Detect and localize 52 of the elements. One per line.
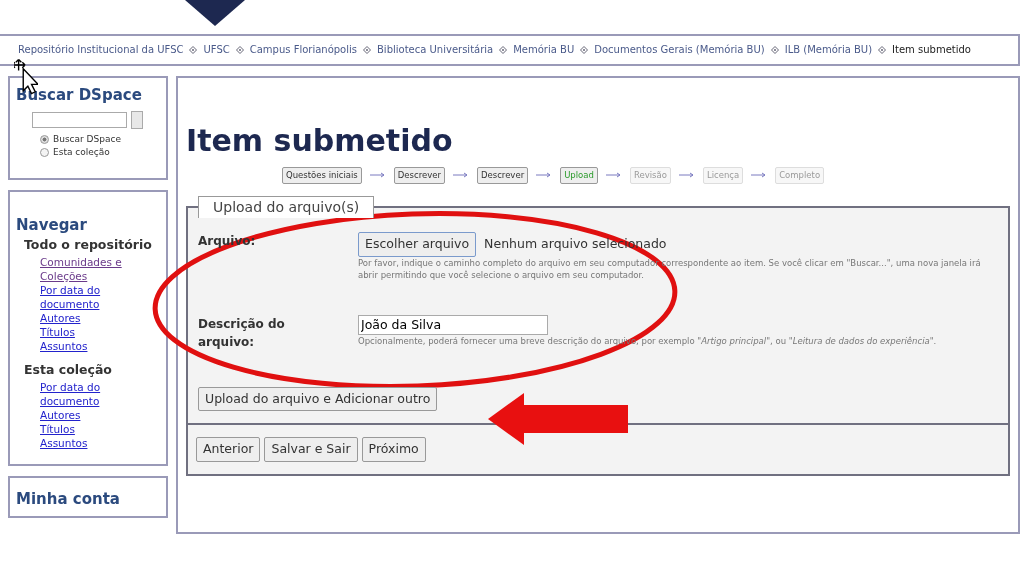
scope-radio[interactable]: Esta coleção bbox=[40, 146, 160, 160]
breadcrumb-link[interactable]: Memória BU bbox=[513, 44, 575, 55]
separator-icon bbox=[363, 46, 371, 54]
nav-button[interactable]: Anterior bbox=[196, 437, 261, 462]
separator-icon bbox=[235, 46, 244, 54]
separator-icon bbox=[878, 46, 887, 54]
page-title: Item submetido bbox=[186, 122, 454, 160]
progress-step[interactable]: Descrever bbox=[393, 167, 445, 184]
browse-link[interactable]: Assuntos bbox=[40, 435, 140, 450]
arrow-icon bbox=[751, 172, 768, 179]
go-button[interactable] bbox=[131, 110, 143, 129]
breadcrumb-link[interactable]: Biblioteca Universitária bbox=[377, 44, 494, 55]
browse-link[interactable]: Autores bbox=[40, 407, 140, 422]
group-title: Todo o repositório bbox=[24, 236, 153, 254]
choose-file-button[interactable]: Escolher arquivo bbox=[358, 231, 477, 257]
current-page-label: Item submetido bbox=[892, 44, 971, 55]
browse-link[interactable]: Assuntos bbox=[40, 338, 140, 353]
breadcrumb-link[interactable]: Campus Florianópolis bbox=[249, 44, 357, 55]
triangle-icon bbox=[185, 0, 245, 26]
browse-link[interactable]: Títulos bbox=[40, 421, 140, 436]
breadcrumb-link[interactable]: Repositório Institucional da UFSC bbox=[18, 44, 184, 55]
progress-step[interactable]: Descrever bbox=[476, 167, 529, 184]
nav-button[interactable]: Salvar e Sair bbox=[264, 437, 358, 462]
separator-icon bbox=[189, 46, 198, 54]
arrow-icon bbox=[452, 172, 469, 179]
browse-link[interactable]: Autores bbox=[40, 310, 140, 325]
scope-radio[interactable]: Buscar DSpace bbox=[40, 132, 160, 146]
browse-link[interactable]: Por data do documento bbox=[40, 379, 140, 408]
panel-title: Buscar DSpace bbox=[16, 85, 143, 106]
arrow-icon bbox=[369, 172, 386, 179]
search-field[interactable] bbox=[32, 111, 127, 128]
panel-title: Navegar bbox=[16, 214, 88, 236]
description-field[interactable]: João da Silva bbox=[358, 314, 548, 335]
browse-link[interactable]: Por data do documento bbox=[40, 282, 140, 311]
arrow-icon bbox=[536, 172, 553, 179]
breadcrumb-link[interactable]: ILB (Memória BU) bbox=[784, 44, 873, 55]
browse-link[interactable]: Comunidades e Coleções bbox=[40, 254, 140, 283]
field-label: Descrição do arquivo: bbox=[198, 315, 286, 351]
group-title: Esta coleção bbox=[24, 360, 113, 379]
fieldset-legend: Upload do arquivo(s) bbox=[198, 195, 375, 218]
nav-button[interactable]: Próximo bbox=[361, 437, 426, 462]
upload-and-add-button[interactable]: Upload do arquivo e Adicionar outro bbox=[198, 386, 438, 412]
arrow-icon bbox=[678, 172, 695, 179]
separator-icon bbox=[580, 46, 589, 54]
arrow-icon bbox=[605, 172, 622, 179]
separator-icon bbox=[770, 46, 779, 54]
progress-step[interactable]: Questões iniciais bbox=[282, 167, 362, 184]
breadcrumb-link[interactable]: Documentos Gerais (Memória BU) bbox=[594, 44, 765, 55]
browse-link[interactable]: Títulos bbox=[40, 324, 140, 339]
separator-icon bbox=[499, 46, 508, 54]
breadcrumb-link[interactable]: UFSC bbox=[203, 44, 230, 55]
panel-title: Minha conta bbox=[16, 488, 121, 510]
